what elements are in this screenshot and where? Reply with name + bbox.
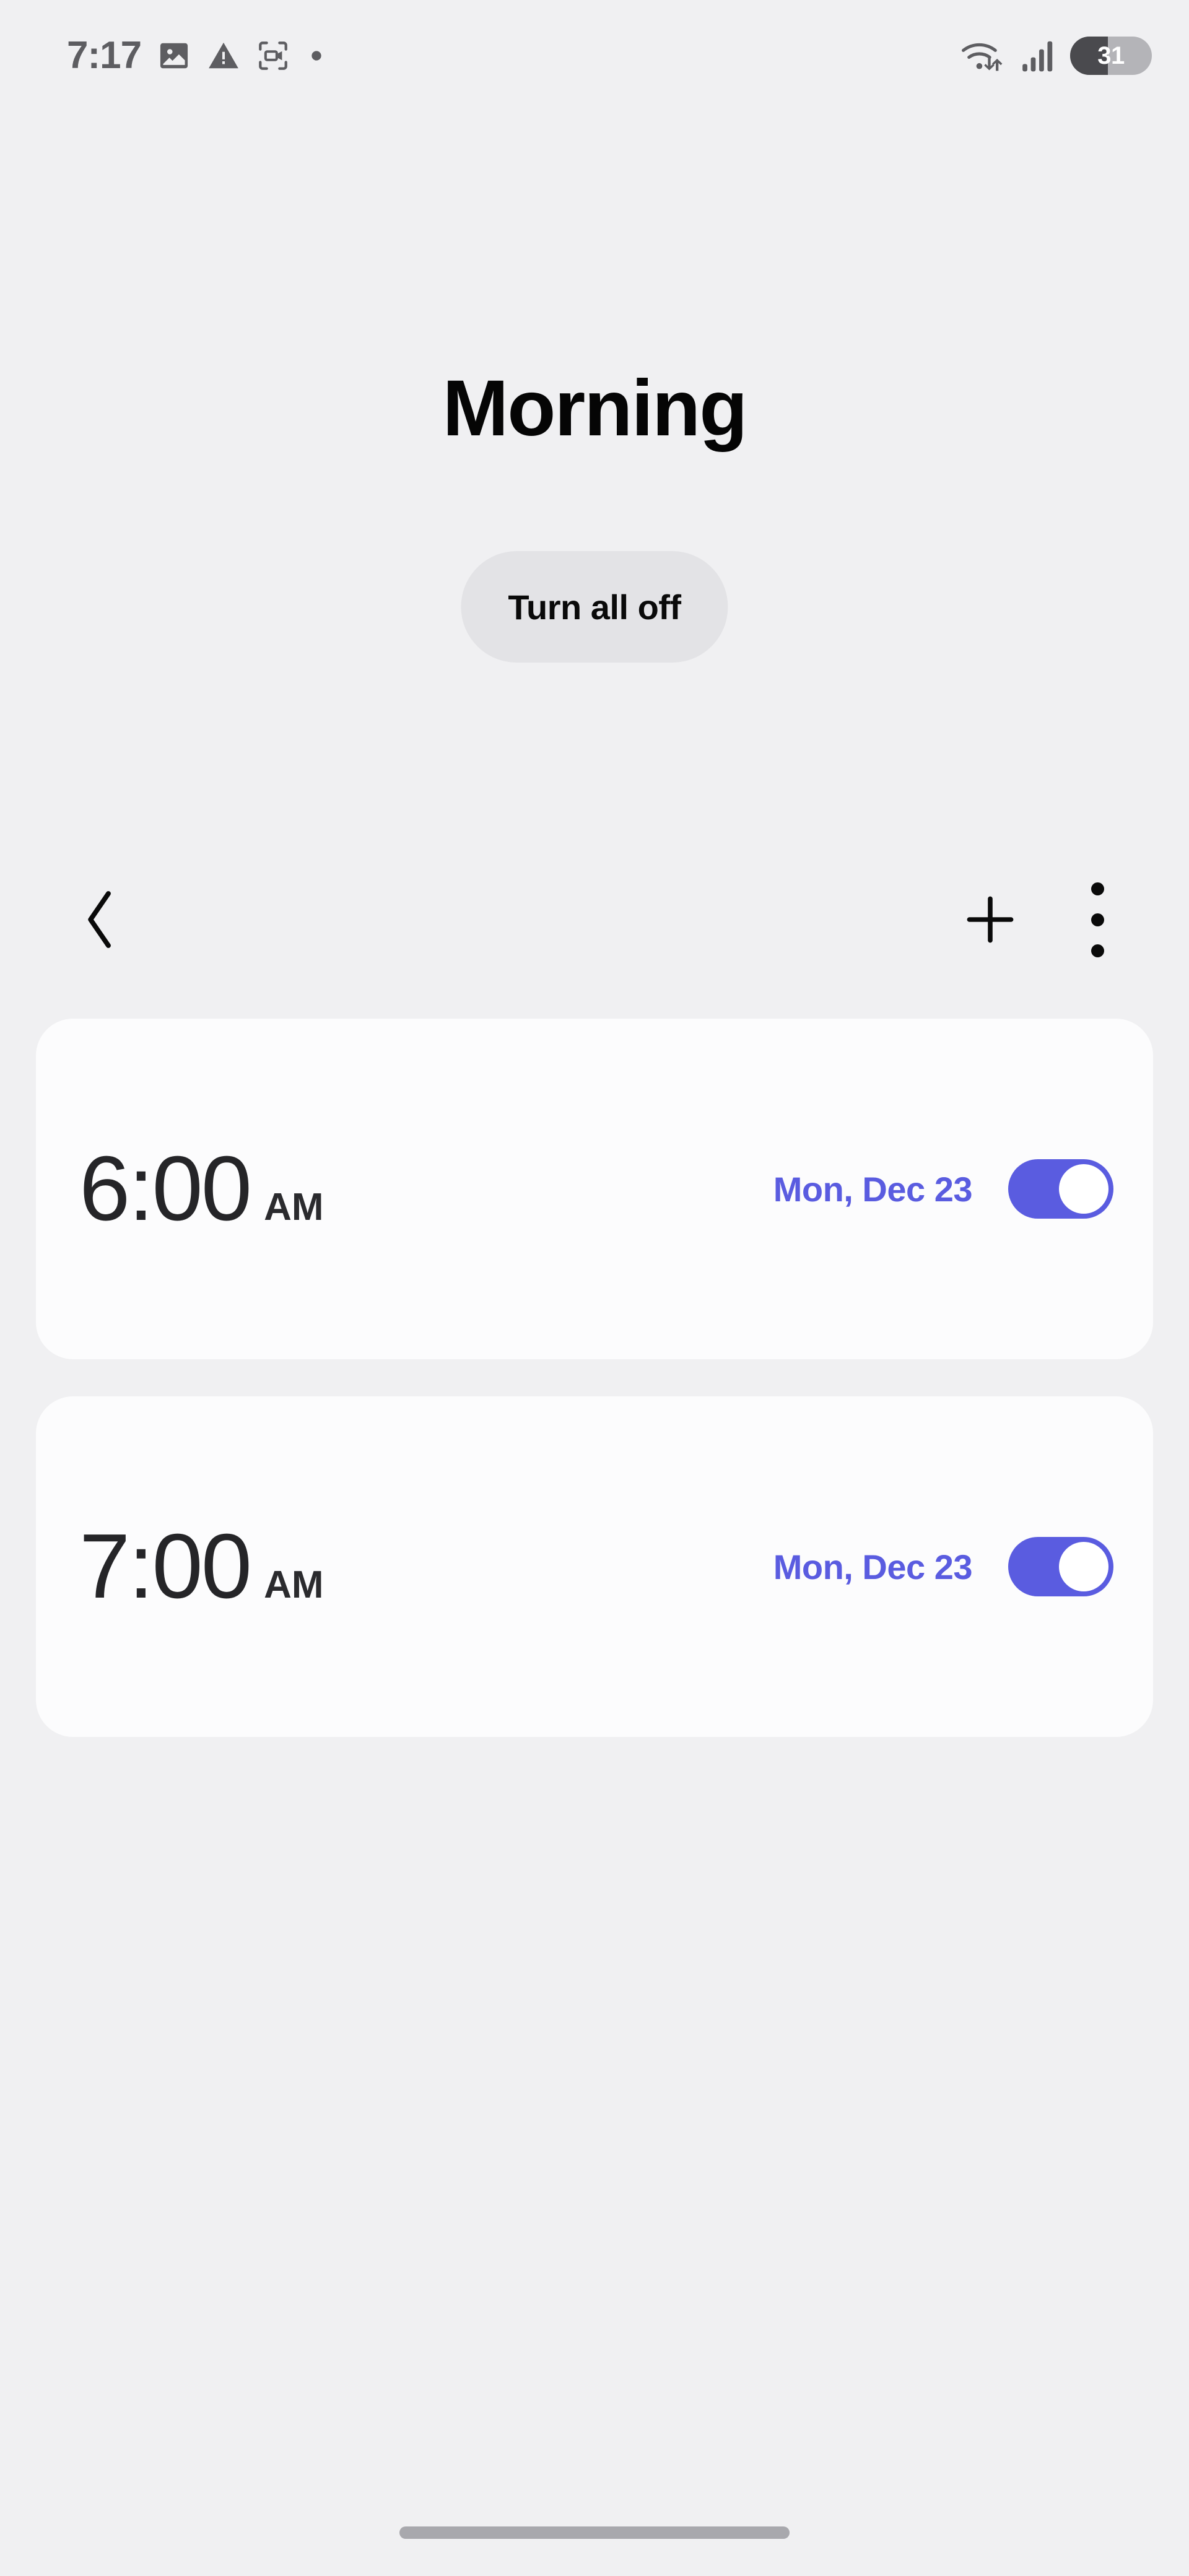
alarm-date-label: Mon, Dec 23 bbox=[773, 1169, 973, 1209]
menu-dot bbox=[1091, 882, 1104, 895]
add-alarm-button[interactable] bbox=[956, 886, 1024, 954]
menu-dot bbox=[1091, 944, 1104, 957]
status-bar-clock: 7:17 bbox=[67, 34, 142, 77]
status-bar-right: 31 bbox=[960, 37, 1152, 75]
toggle-knob bbox=[1059, 1164, 1108, 1214]
alarm-toolbar bbox=[0, 861, 1189, 978]
alarm-card-right: Mon, Dec 23 bbox=[773, 1537, 1113, 1596]
plus-icon bbox=[967, 896, 1014, 943]
turn-all-off-button[interactable]: Turn all off bbox=[461, 551, 728, 663]
wifi-data-icon bbox=[962, 43, 1003, 71]
chevron-left-icon bbox=[88, 891, 111, 948]
toggle-knob bbox=[1059, 1542, 1108, 1591]
alarm-time-period: AM bbox=[264, 1564, 324, 1606]
status-bar-left: 7:17 bbox=[67, 37, 327, 75]
screen-record-icon bbox=[259, 41, 287, 70]
alarm-time: 6:00 AM bbox=[79, 1143, 323, 1235]
home-indicator[interactable] bbox=[399, 2526, 790, 2539]
back-button[interactable] bbox=[67, 886, 135, 954]
battery-percent-label: 31 bbox=[1097, 41, 1125, 69]
alarm-card[interactable]: 6:00 AM Mon, Dec 23 bbox=[36, 1019, 1153, 1359]
more-vertical-icon bbox=[1091, 882, 1104, 957]
alarm-card-right: Mon, Dec 23 bbox=[773, 1159, 1113, 1219]
battery-indicator: 31 bbox=[1070, 37, 1152, 75]
alarm-time-value: 6:00 bbox=[79, 1138, 252, 1240]
alarm-time-value: 7:00 bbox=[79, 1515, 252, 1617]
alarm-time: 7:00 AM bbox=[79, 1521, 323, 1612]
overflow-menu-button[interactable] bbox=[1073, 882, 1122, 957]
status-bar: 7:17 31 bbox=[0, 0, 1189, 111]
alarm-time-period: AM bbox=[264, 1186, 324, 1229]
alarm-toggle[interactable] bbox=[1008, 1159, 1113, 1219]
alarm-toggle[interactable] bbox=[1008, 1537, 1113, 1596]
page-title: Morning bbox=[442, 364, 748, 453]
alarm-card[interactable]: 7:00 AM Mon, Dec 23 bbox=[36, 1396, 1153, 1737]
toolbar-right-actions bbox=[956, 882, 1122, 957]
cellular-signal-icon bbox=[1022, 41, 1053, 72]
dot-indicator-icon bbox=[311, 51, 321, 61]
alarm-date-label: Mon, Dec 23 bbox=[773, 1547, 973, 1586]
alarm-list: 6:00 AM Mon, Dec 23 7:00 AM Mon, Dec 23 bbox=[36, 1019, 1153, 1774]
warning-triangle-icon bbox=[209, 42, 238, 69]
image-icon bbox=[160, 43, 188, 69]
menu-dot bbox=[1091, 913, 1104, 926]
alarm-screen: 7:17 31 Morning Turn all off 6:00 AM Mon… bbox=[0, 0, 1189, 2576]
